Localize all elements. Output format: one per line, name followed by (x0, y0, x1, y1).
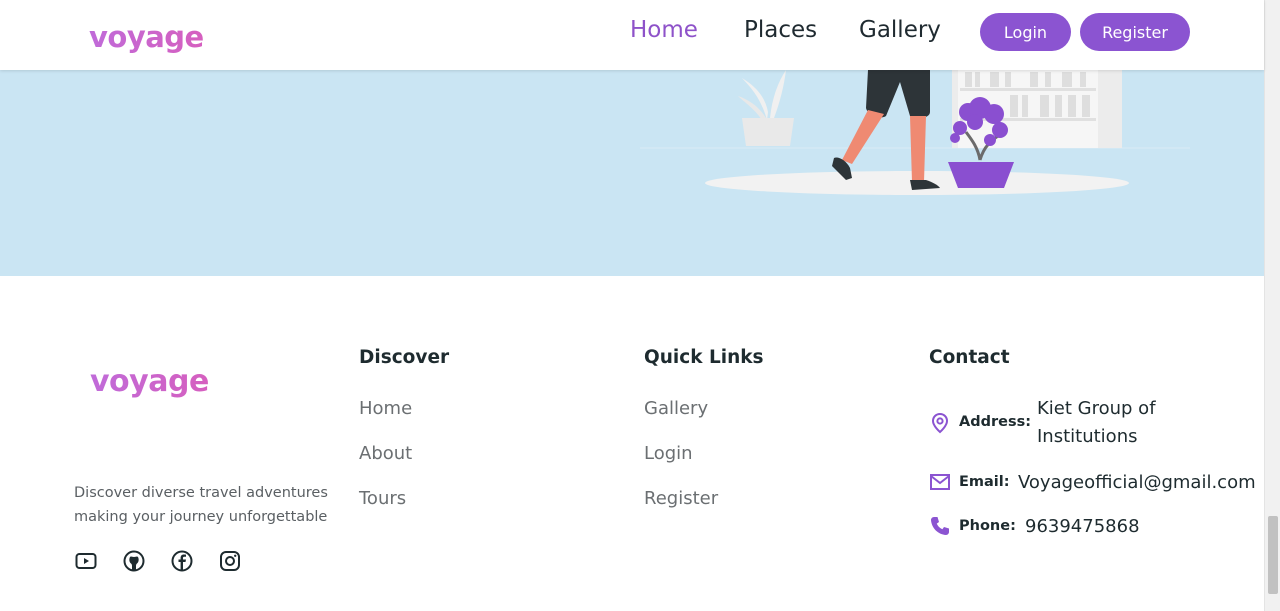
nav-link-home[interactable]: Home (630, 17, 698, 43)
footer-tagline: Discover diverse travel adventures makin… (74, 481, 334, 529)
footer-link-tours[interactable]: Tours (359, 488, 406, 509)
page-scrollbar[interactable] (1264, 0, 1280, 611)
tagline-line-2: making your journey unforgettable (74, 509, 328, 525)
login-button[interactable]: Login (980, 13, 1071, 51)
youtube-icon[interactable] (74, 549, 98, 573)
contact-title: Contact (929, 347, 1010, 368)
address-value: Kiet Group of Institutions (1037, 395, 1156, 451)
scrollbar-thumb[interactable] (1268, 516, 1278, 594)
phone-icon (929, 515, 951, 537)
footer-link-register[interactable]: Register (644, 488, 718, 509)
phone-link[interactable]: 9639475868 (1025, 513, 1140, 541)
footer-link-about[interactable]: About (359, 443, 412, 464)
footer-logo[interactable]: voyage (90, 364, 209, 399)
register-button[interactable]: Register (1080, 13, 1190, 51)
address-label: Address: (959, 414, 1032, 430)
tagline-line-1: Discover diverse travel adventures (74, 485, 328, 501)
mail-icon (929, 471, 951, 493)
footer-link-gallery[interactable]: Gallery (644, 398, 708, 419)
brand-logo[interactable]: voyage (89, 20, 204, 54)
instagram-icon[interactable] (218, 549, 242, 573)
discover-title: Discover (359, 347, 450, 368)
footer-link-login[interactable]: Login (644, 443, 693, 464)
facebook-icon[interactable] (170, 549, 194, 573)
page: voyage Home Places Gallery Login Registe… (0, 0, 1264, 611)
location-pin-icon (929, 412, 951, 434)
top-navbar: voyage Home Places Gallery Login Registe… (0, 0, 1264, 70)
address-line-1: Kiet Group of (1037, 398, 1156, 419)
footer-link-home[interactable]: Home (359, 398, 412, 419)
email-label: Email: (959, 474, 1010, 490)
email-link[interactable]: Voyageofficial@gmail.com (1018, 469, 1256, 497)
nav-link-gallery[interactable]: Gallery (859, 17, 941, 43)
github-icon[interactable] (122, 549, 146, 573)
address-line-2: Institutions (1037, 426, 1138, 447)
quick-links-title: Quick Links (644, 347, 764, 368)
phone-label: Phone: (959, 518, 1016, 534)
nav-link-places[interactable]: Places (744, 17, 817, 43)
